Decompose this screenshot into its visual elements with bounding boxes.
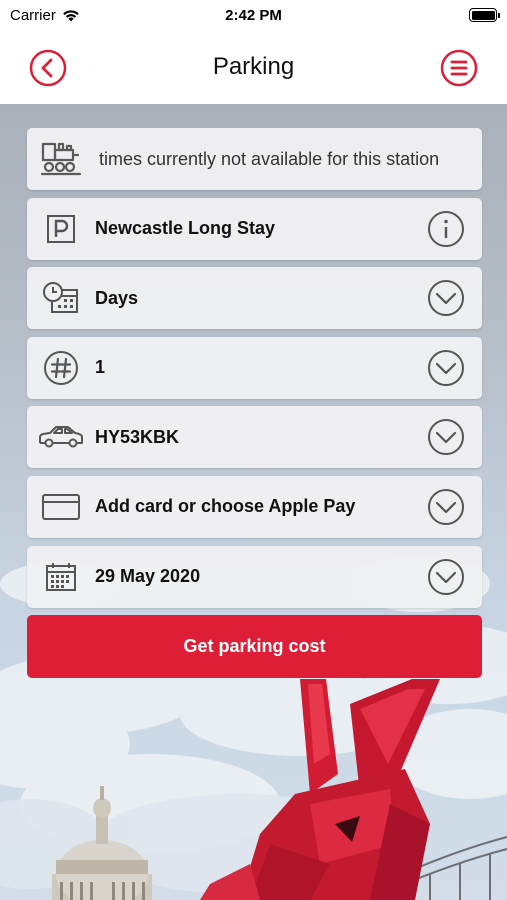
menu-button[interactable] [440, 49, 478, 87]
get-parking-cost-button[interactable]: Get parking cost [27, 615, 482, 679]
payment-selector[interactable]: Add card or choose Apple Pay [27, 475, 482, 538]
car-park-selector[interactable]: Newcastle Long Stay [27, 197, 482, 260]
status-bar: Carrier 2:42 PM [0, 0, 507, 30]
hash-icon [44, 350, 78, 385]
parking-icon [47, 214, 75, 243]
chevron-down-icon[interactable] [426, 278, 466, 318]
chevron-down-icon[interactable] [426, 557, 466, 597]
info-icon[interactable] [426, 209, 466, 249]
back-button[interactable] [29, 49, 67, 87]
car-park-name: Newcastle Long Stay [95, 218, 276, 239]
page-title: Parking [212, 53, 295, 80]
quantity-selector[interactable]: 1 [27, 336, 482, 399]
availability-info-row: s times currently not available for this… [27, 128, 482, 190]
vehicle-registration: HY53KBK [95, 426, 180, 447]
date-selector[interactable]: 29 May 2020 [27, 545, 482, 608]
status-time: 2:42 PM [225, 6, 282, 24]
chevron-down-icon[interactable] [426, 348, 466, 388]
credit-card-icon [42, 493, 80, 520]
calendar-icon [46, 562, 76, 591]
parking-date: 29 May 2020 [95, 566, 201, 587]
parking-form: s times currently not available for this… [27, 128, 482, 679]
clock-calendar-icon [43, 282, 78, 314]
duration-unit-selector[interactable]: Days [27, 267, 482, 330]
payment-method: Add card or choose Apple Pay [95, 496, 356, 517]
nav-bar: Parking [0, 30, 507, 104]
duration-unit-value: Days [95, 287, 139, 308]
status-left: Carrier [10, 7, 80, 24]
chevron-down-icon[interactable] [426, 487, 466, 527]
wifi-icon [63, 9, 79, 21]
vehicle-selector[interactable]: HY53KBK [27, 406, 482, 469]
chevron-down-icon[interactable] [426, 417, 466, 457]
quantity-value: 1 [95, 357, 106, 378]
carrier-label: Carrier [10, 6, 56, 24]
battery-icon [469, 8, 500, 22]
availability-message: s times currently not available for this… [95, 149, 440, 169]
train-icon [40, 142, 82, 176]
car-icon [39, 426, 83, 448]
